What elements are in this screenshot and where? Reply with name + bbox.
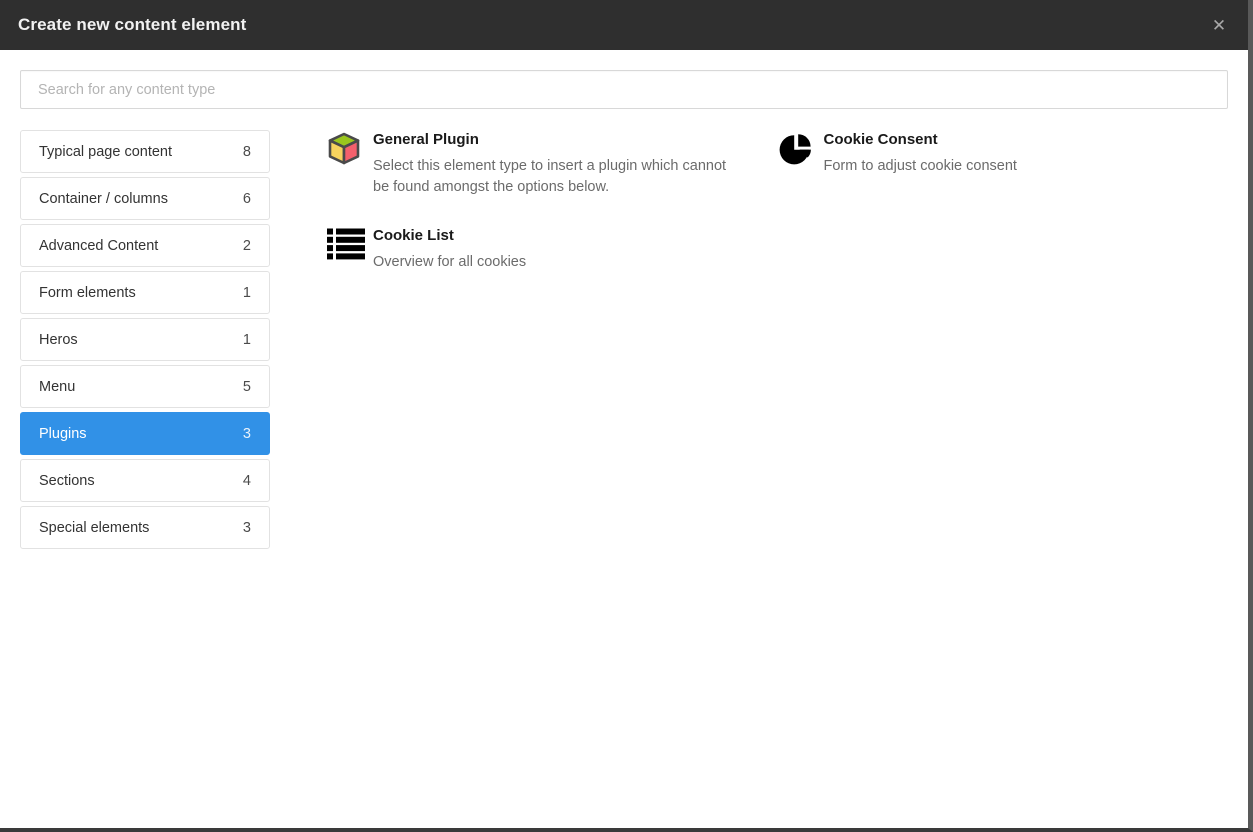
sidebar-item-sections[interactable]: Sections 4 — [20, 459, 270, 502]
element-text: General Plugin Select this element type … — [373, 130, 760, 198]
sidebar-item-plugins[interactable]: Plugins 3 — [20, 412, 270, 455]
category-label: Container / columns — [39, 190, 168, 207]
search-input[interactable] — [20, 70, 1228, 109]
category-count: 6 — [242, 190, 251, 207]
category-count: 8 — [242, 143, 251, 160]
element-grid: General Plugin Select this element type … — [270, 130, 1228, 301]
sidebar-item-menu[interactable]: Menu 5 — [20, 365, 270, 408]
category-count: 2 — [242, 237, 251, 254]
category-label: Form elements — [39, 284, 136, 301]
category-count: 3 — [242, 519, 251, 536]
element-card-cookie-consent[interactable]: Cookie Consent Form to adjust cookie con… — [778, 130, 1229, 198]
category-label: Heros — [39, 331, 78, 348]
sidebar-item-heros[interactable]: Heros 1 — [20, 318, 270, 361]
category-count: 1 — [242, 284, 251, 301]
list-icon — [327, 226, 373, 266]
category-count: 5 — [242, 378, 251, 395]
modal-header: Create new content element ✕ — [0, 0, 1248, 50]
category-label: Special elements — [39, 519, 150, 536]
close-icon[interactable]: ✕ — [1208, 14, 1230, 36]
sidebar-item-typical-page-content[interactable]: Typical page content 8 — [20, 130, 270, 173]
category-label: Sections — [39, 472, 95, 489]
element-card-general-plugin[interactable]: General Plugin Select this element type … — [327, 130, 778, 198]
element-text: Cookie List Overview for all cookies — [373, 226, 760, 273]
element-description: Form to adjust cookie consent — [823, 158, 1017, 174]
element-title: Cookie Consent — [823, 131, 938, 148]
category-count: 4 — [242, 472, 251, 489]
category-label: Advanced Content — [39, 237, 159, 254]
create-content-element-modal: Create new content element ✕ Typical pag… — [0, 0, 1253, 832]
element-description: Overview for all cookies — [373, 254, 527, 270]
sidebar-item-special-elements[interactable]: Special elements 3 — [20, 506, 270, 549]
element-title: Cookie List — [373, 227, 454, 244]
element-text: Cookie Consent Form to adjust cookie con… — [824, 130, 1211, 177]
modal-body: Typical page content 8 Container / colum… — [0, 50, 1248, 828]
cube-icon — [327, 130, 373, 170]
pie-chart-icon — [778, 130, 824, 170]
category-count: 1 — [242, 331, 251, 348]
category-label: Menu — [39, 378, 76, 395]
element-title: General Plugin — [373, 131, 479, 148]
category-label: Plugins — [39, 425, 87, 442]
content-row: Typical page content 8 Container / colum… — [20, 130, 1228, 553]
category-count: 3 — [242, 425, 251, 442]
search-bar — [20, 70, 1228, 109]
sidebar-item-form-elements[interactable]: Form elements 1 — [20, 271, 270, 314]
page-title: Create new content element — [18, 15, 247, 34]
category-label: Typical page content — [39, 143, 173, 160]
element-card-cookie-list[interactable]: Cookie List Overview for all cookies — [327, 226, 778, 273]
sidebar-item-advanced-content[interactable]: Advanced Content 2 — [20, 224, 270, 267]
sidebar-item-container-columns[interactable]: Container / columns 6 — [20, 177, 270, 220]
element-description: Select this element type to insert a plu… — [373, 158, 727, 195]
category-list: Typical page content 8 Container / colum… — [20, 130, 270, 553]
